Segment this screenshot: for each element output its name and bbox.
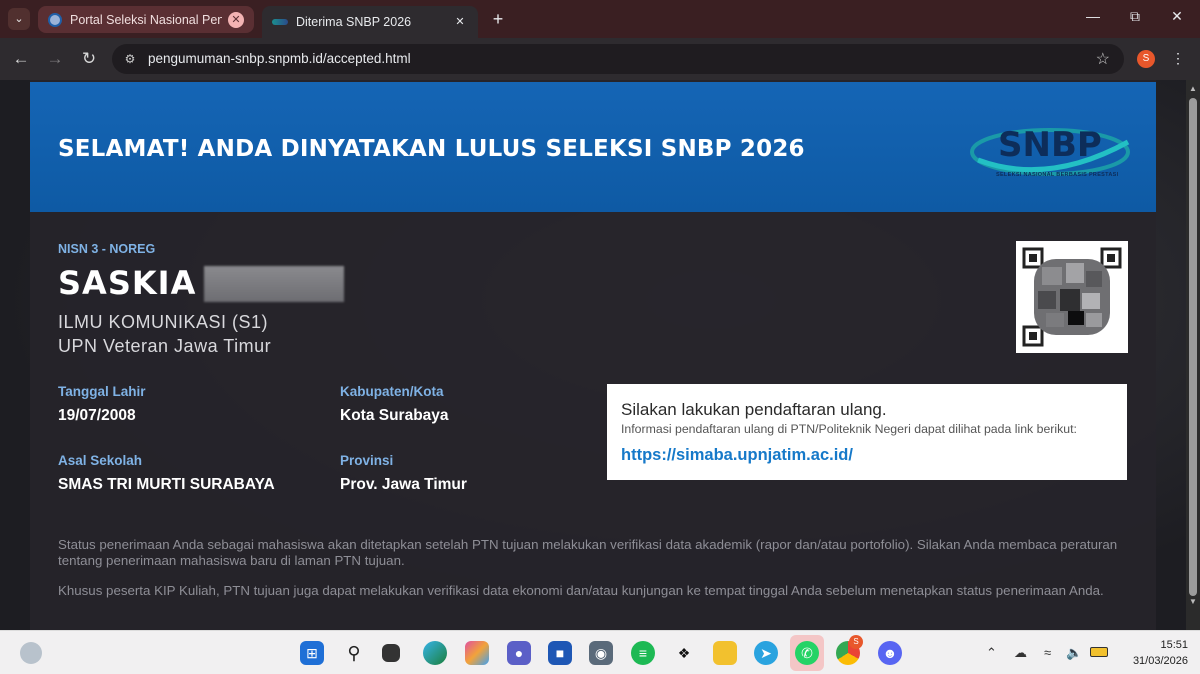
forward-icon[interactable]: →: [44, 48, 66, 70]
wifi-icon[interactable]: ≈: [1044, 645, 1051, 660]
system-clock[interactable]: 15:51 31/03/2026: [1118, 637, 1188, 669]
reload-icon[interactable]: ↻: [78, 48, 100, 70]
edge-icon[interactable]: [423, 641, 447, 665]
url-text[interactable]: pengumuman-snbp.snpmb.id/accepted.html: [148, 51, 411, 66]
label-asal-sekolah: Asal Sekolah: [58, 453, 143, 468]
back-icon[interactable]: ←: [10, 48, 32, 70]
browser-toolbar: ← → ↻ ⚙ pengumuman-snbp.snpmb.id/accepte…: [0, 38, 1200, 80]
camera-icon[interactable]: ◉: [589, 641, 613, 665]
tab-bar: ⌄ Portal Seleksi Nasional Penerim ✕ Dite…: [0, 0, 1200, 38]
label-tanggal-lahir: Tanggal Lahir: [58, 384, 146, 399]
restore-icon[interactable]: ⧉: [1124, 8, 1146, 25]
student-name: SASKIA: [58, 264, 197, 302]
name-redaction: [204, 266, 344, 302]
discord-icon[interactable]: ☻: [878, 641, 902, 665]
value-asal-sekolah: SMAS TRI MURTI SURABAYA: [58, 476, 275, 493]
value-provinsi: Prov. Jawa Timur: [340, 476, 467, 493]
close-tab-icon[interactable]: ✕: [228, 11, 244, 28]
label-kabupaten-kota: Kabupaten/Kota: [340, 384, 444, 399]
banner-title: SELAMAT! ANDA DINYATAKAN LULUS SELEKSI S…: [58, 136, 805, 162]
re-registration-text: Informasi pendaftaran ulang di PTN/Polit…: [621, 422, 1077, 436]
re-registration-box: Silakan lakukan pendaftaran ulang. Infor…: [607, 384, 1127, 480]
tab-search-button[interactable]: ⌄: [8, 8, 30, 30]
minimize-icon[interactable]: —: [1082, 8, 1104, 24]
value-tanggal-lahir: 19/07/2008: [58, 407, 136, 424]
cloud-offline-icon[interactable]: ☁: [1014, 645, 1027, 661]
search-icon[interactable]: ⚲: [342, 641, 366, 665]
kip-note: Khusus peserta KIP Kuliah, PTN tujuan ju…: [58, 583, 1104, 598]
task-view-icon[interactable]: [382, 644, 400, 662]
re-registration-title: Silakan lakukan pendaftaran ulang.: [621, 400, 887, 419]
study-program: ILMU KOMUNIKASI (S1): [58, 312, 269, 332]
battery-icon[interactable]: [1090, 647, 1108, 657]
nisn-noreg: NISN 3 - NOREG: [58, 242, 156, 256]
chrome-icon[interactable]: S: [836, 635, 863, 665]
label-provinsi: Provinsi: [340, 453, 394, 468]
telegram-icon[interactable]: ➤: [754, 641, 778, 665]
kebab-menu-icon[interactable]: ⋮: [1170, 50, 1186, 67]
re-registration-link[interactable]: https://simaba.upnjatim.ac.id/: [621, 446, 853, 465]
dropbox-icon[interactable]: ❖: [672, 641, 696, 665]
volume-icon[interactable]: 🔈: [1066, 645, 1082, 661]
chevron-up-icon[interactable]: ⌃: [986, 645, 997, 661]
tab-portal-snpmb[interactable]: Portal Seleksi Nasional Penerim ✕: [38, 6, 254, 33]
clock-date: 31/03/2026: [1132, 655, 1188, 667]
scroll-up-icon[interactable]: ▲: [1189, 84, 1197, 93]
logo-subtitle: SELEKSI NASIONAL BERBASIS PRESTASI: [996, 172, 1119, 178]
bookmark-star-icon[interactable]: ☆: [1096, 49, 1110, 69]
result-banner: SELAMAT! ANDA DINYATAKAN LULUS SELEKSI S…: [30, 82, 1156, 212]
site-info-icon[interactable]: ⚙: [122, 51, 138, 67]
profile-avatar[interactable]: S: [1137, 50, 1155, 68]
status-note: Status penerimaan Anda sebagai mahasiswa…: [58, 537, 1118, 568]
value-kabupaten-kota: Kota Surabaya: [340, 407, 449, 424]
tab-diterima-snbp[interactable]: Diterima SNBP 2026 ✕: [262, 6, 478, 38]
teams-icon[interactable]: ●: [507, 641, 531, 665]
spotify-icon[interactable]: ≡: [631, 641, 655, 665]
scroll-down-icon[interactable]: ▼: [1189, 597, 1197, 606]
qr-code: [1016, 241, 1128, 353]
whatsapp-icon[interactable]: ✆: [790, 635, 824, 671]
page-scrollbar[interactable]: ▲ ▼: [1186, 80, 1200, 630]
windows-start-icon[interactable]: ⊞: [300, 641, 324, 665]
page-viewport: SELAMAT! ANDA DINYATAKAN LULUS SELEKSI S…: [0, 80, 1186, 630]
snpmb-favicon-icon: [48, 12, 62, 27]
weather-widget-icon[interactable]: [20, 642, 42, 664]
chrome-badge: S: [849, 635, 863, 649]
address-bar[interactable]: ⚙ pengumuman-snbp.snpmb.id/accepted.html…: [112, 44, 1124, 74]
store-icon[interactable]: ■: [548, 641, 572, 665]
close-window-icon[interactable]: ✕: [1166, 8, 1188, 25]
new-tab-button[interactable]: +: [488, 8, 508, 30]
clock-time: 15:51: [1160, 639, 1188, 651]
windows-taskbar: ⊞ ⚲ ● ■ ◉ ≡ ❖ ➤ ✆ S ☻ ⌃ ☁ ≈ 🔈 15:51 31/0…: [0, 630, 1200, 674]
logo-text: SNBP: [998, 125, 1102, 165]
close-tab-icon[interactable]: ✕: [452, 14, 468, 30]
snbp-favicon-icon: [272, 19, 288, 25]
file-explorer-icon[interactable]: [713, 641, 737, 665]
university-name: UPN Veteran Jawa Timur: [58, 336, 272, 356]
tab-title: Diterima SNBP 2026: [296, 15, 412, 29]
scroll-thumb[interactable]: [1189, 98, 1197, 596]
copilot-icon[interactable]: [465, 641, 489, 665]
result-card: SELAMAT! ANDA DINYATAKAN LULUS SELEKSI S…: [30, 80, 1156, 630]
tab-title: Portal Seleksi Nasional Penerim: [70, 12, 222, 27]
